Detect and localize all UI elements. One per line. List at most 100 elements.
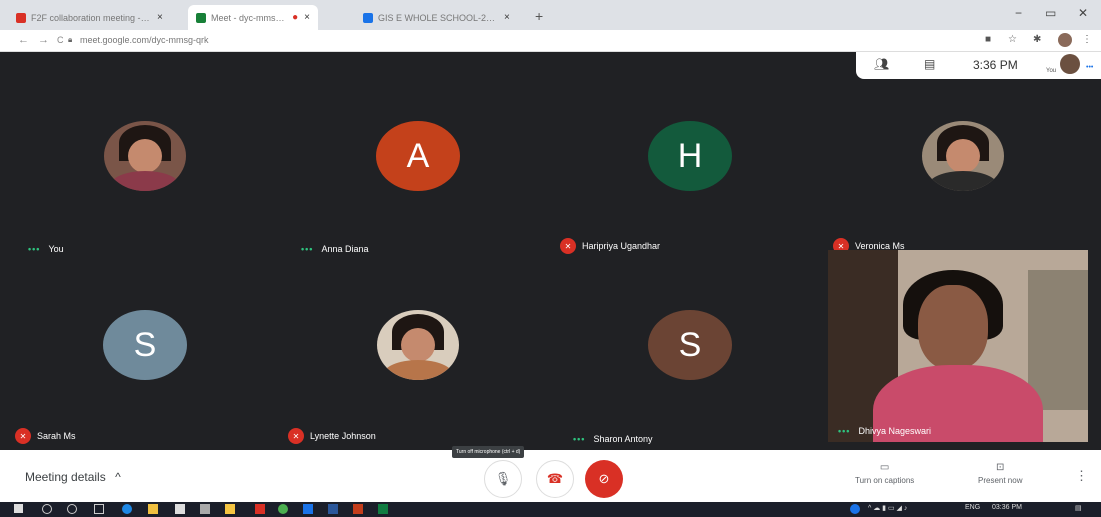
more-options-icon[interactable]: ⋮ <box>1075 468 1088 484</box>
participant-label: ••• Dhivya Nageswari <box>838 426 931 436</box>
browser-tab-doc[interactable]: GIS E WHOLE SCHOOL-2020-21 × <box>355 5 530 30</box>
participant-label: ••• You <box>28 244 64 254</box>
participant-tile-lynette[interactable]: ✕ Lynette Johnson <box>283 260 553 450</box>
video-person-face <box>918 285 988 370</box>
chat-icon[interactable]: ▤ <box>924 57 935 71</box>
task-view-icon[interactable] <box>94 504 104 514</box>
new-tab-button[interactable]: + <box>535 8 543 24</box>
reload-button[interactable]: C <box>57 35 64 45</box>
present-label: Present now <box>978 476 1023 485</box>
app-icon[interactable] <box>200 504 210 514</box>
participant-name: Sarah Ms <box>37 431 76 441</box>
participant-tile-anna[interactable]: A ••• Anna Diana <box>283 70 553 260</box>
cortana-icon[interactable] <box>67 504 77 514</box>
word-icon[interactable] <box>328 504 338 514</box>
browser-menu-icon[interactable]: ⋮ <box>1082 34 1092 45</box>
participant-video-dhivya[interactable]: ••• Dhivya Nageswari <box>828 250 1088 442</box>
browser-tab-gmail[interactable]: F2F collaboration meeting - sus × <box>8 5 188 30</box>
meet-icon <box>196 12 206 23</box>
participant-photo <box>377 310 459 380</box>
store-icon[interactable] <box>175 504 185 514</box>
bookmark-star-icon[interactable]: ☆ <box>1008 34 1017 45</box>
microphone-button[interactable]: 🎙︎ <box>484 460 522 498</box>
participant-tile-sharon[interactable]: S ••• Sharon Antony <box>555 260 825 450</box>
participant-tile-haripriya[interactable]: H ✕ Haripriya Ugandhar <box>555 70 825 260</box>
hang-up-icon: ☎︎ <box>546 471 564 486</box>
participant-tile-veronica[interactable]: ✕ Veronica Ms <box>828 70 1098 260</box>
search-icon[interactable] <box>42 504 52 514</box>
profile-avatar[interactable] <box>1058 33 1072 47</box>
close-tab-icon[interactable]: × <box>157 12 163 23</box>
close-tab-icon[interactable]: × <box>504 12 510 23</box>
participant-photo <box>922 121 1004 191</box>
speaking-indicator-icon: ••• <box>301 244 314 254</box>
office-icon[interactable] <box>255 504 265 514</box>
app-icon[interactable] <box>303 504 313 514</box>
camera-button[interactable]: ⊘ <box>585 460 623 498</box>
powerpoint-icon[interactable] <box>353 504 363 514</box>
browser-tab-meet[interactable]: Meet - dyc-mmsg-qrk ● × <box>188 5 318 30</box>
app-icon[interactable] <box>225 504 235 514</box>
tray-app-icon[interactable] <box>850 504 860 514</box>
minimize-button[interactable]: − <box>1015 6 1022 20</box>
participant-label: ✕ Lynette Johnson <box>288 428 376 444</box>
speaking-indicator-icon: ••• <box>573 434 586 444</box>
present-icon: ⊡ <box>996 462 1005 473</box>
participant-name: Anna Diana <box>321 244 369 254</box>
file-explorer-icon[interactable] <box>148 504 158 514</box>
participant-label: ✕ Sarah Ms <box>15 428 76 444</box>
captions-label: Turn on captions <box>855 476 915 485</box>
notifications-icon[interactable]: ▤ <box>1075 504 1082 512</box>
participant-name: Sharon Antony <box>593 434 653 444</box>
participant-label: ✕ Haripriya Ugandhar <box>560 238 660 254</box>
video-window <box>1028 270 1088 410</box>
chevron-up-icon: ^ <box>115 470 121 484</box>
participant-avatar: H <box>648 121 732 191</box>
participant-name: Haripriya Ugandhar <box>582 241 661 251</box>
meeting-details-button[interactable]: Meeting details ^ <box>25 470 121 484</box>
os-taskbar: ^ ☁ ▮ ▭ ◢ ♪ ENG 03:36 PM ▤ <box>0 502 1101 517</box>
people-icon[interactable]: 👥︎ <box>874 57 889 71</box>
leave-call-button[interactable]: ☎︎ <box>536 460 574 498</box>
meeting-controls-bar: Meeting details ^ 🎙︎ ☎︎ ⊘ ▭ Turn on capt… <box>0 450 1101 502</box>
close-tab-icon[interactable]: × <box>304 12 310 23</box>
participant-avatar: S <box>648 310 732 380</box>
close-window-button[interactable]: ✕ <box>1078 6 1088 20</box>
participant-name: Lynette Johnson <box>310 431 376 441</box>
mic-off-icon: ✕ <box>560 238 576 254</box>
tray-icons[interactable]: ^ ☁ ▮ ▭ ◢ ♪ <box>868 504 907 512</box>
captions-button[interactable]: ▭ Turn on captions <box>855 462 914 485</box>
camera-off-icon: ⊘ <box>598 471 610 486</box>
chrome-icon[interactable] <box>278 504 288 514</box>
participant-tile-you[interactable]: ••• You <box>10 70 280 260</box>
extension-icon[interactable]: ✱ <box>1033 34 1041 45</box>
language-indicator[interactable]: ENG <box>965 504 980 511</box>
participant-label: ••• Sharon Antony <box>573 434 653 444</box>
docs-icon <box>363 12 373 23</box>
captions-icon: ▭ <box>879 462 890 473</box>
edge-icon[interactable] <box>122 504 132 514</box>
participant-tile-sarah[interactable]: S ✕ Sarah Ms <box>10 260 280 450</box>
tab-title: Meet - dyc-mmsg-qrk <box>211 12 286 23</box>
lock-icon: 🔒︎ <box>68 35 73 44</box>
restore-button[interactable]: ▭ <box>1045 6 1056 20</box>
camera-indicator-icon[interactable]: ■ <box>985 34 991 45</box>
microphone-tooltip: Turn off microphone (ctrl + d) <box>452 446 525 458</box>
tab-title: F2F collaboration meeting - sus <box>31 12 151 23</box>
participant-avatar: S <box>103 310 187 380</box>
meeting-details-label: Meeting details <box>25 470 106 484</box>
url-field[interactable]: meet.google.com/dyc-mmsg-qrk <box>80 35 209 45</box>
excel-icon[interactable] <box>378 504 388 514</box>
recording-indicator-icon: ● <box>292 12 299 23</box>
participant-label: ••• Anna Diana <box>301 244 369 254</box>
system-clock[interactable]: 03:36 PM <box>992 504 1022 511</box>
gmail-icon <box>16 12 26 23</box>
speaking-indicator-icon: ••• <box>838 426 851 436</box>
microphone-icon: 🎙︎ <box>494 471 512 486</box>
start-icon[interactable] <box>14 504 23 513</box>
speaking-indicator-icon: ••• <box>28 244 41 254</box>
present-now-button[interactable]: ⊡ Present now <box>978 462 1022 485</box>
back-button[interactable]: ← <box>18 34 29 46</box>
participant-avatar: A <box>376 121 460 191</box>
forward-button[interactable]: → <box>38 34 49 46</box>
